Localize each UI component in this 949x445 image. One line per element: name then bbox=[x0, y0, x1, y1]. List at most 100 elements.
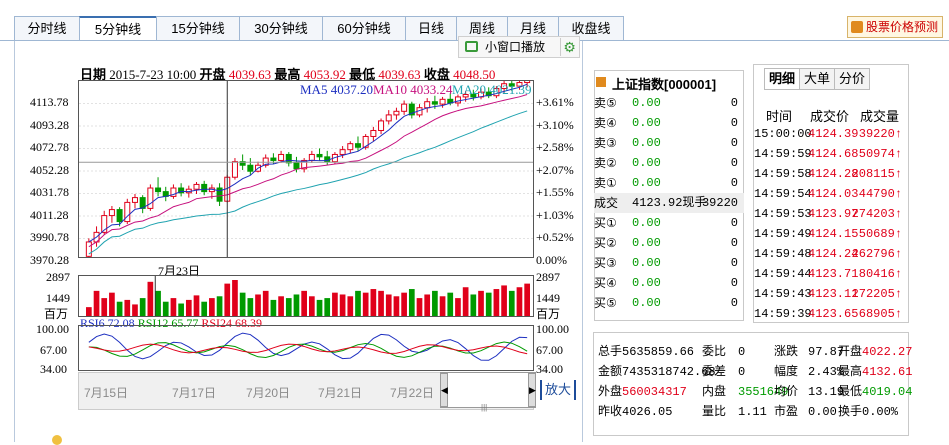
ob-price: 0.00 bbox=[632, 96, 661, 110]
volume-bar bbox=[455, 298, 461, 316]
ob-price: 0.00 bbox=[632, 176, 661, 190]
order-book-row: 卖③ 0.00 0 bbox=[594, 133, 744, 153]
vol-mid-right: 1449 bbox=[536, 291, 560, 305]
index-title: 上证指数[000001] bbox=[612, 77, 717, 92]
volume-bar bbox=[262, 290, 269, 316]
ma20-line bbox=[88, 110, 528, 255]
volume-bar bbox=[339, 294, 346, 316]
volume-bar bbox=[170, 298, 177, 316]
detail-price: 4123.65 bbox=[808, 307, 859, 321]
tab-4[interactable]: 60分钟线 bbox=[322, 16, 406, 40]
rsi-34-left: 34.00 bbox=[40, 362, 67, 376]
volume-bar bbox=[370, 289, 377, 316]
ob-volume: 0 bbox=[730, 156, 738, 170]
ob-price: 0.00 bbox=[632, 136, 661, 150]
overview-date: 7月21日 bbox=[318, 386, 363, 400]
price-tick: 3970.28 bbox=[30, 252, 69, 267]
candlestick-chart[interactable] bbox=[78, 80, 534, 258]
gear-icon[interactable]: ⚙ bbox=[560, 38, 578, 56]
volume-bar bbox=[309, 296, 315, 316]
stat-c: 幅度 bbox=[774, 365, 799, 379]
detail-tab-1[interactable]: 大单 bbox=[799, 68, 836, 90]
volume-bar bbox=[216, 296, 223, 316]
candle bbox=[178, 183, 185, 197]
predict-icon bbox=[850, 21, 863, 33]
detail-tab-2[interactable]: 分价 bbox=[834, 68, 871, 90]
percent-tick: +2.58% bbox=[536, 140, 574, 154]
tab-5[interactable]: 日线 bbox=[405, 16, 457, 40]
candle bbox=[401, 100, 408, 115]
ob-price: 0.00 bbox=[632, 236, 661, 250]
ob-label: 卖② bbox=[594, 156, 617, 170]
price-tick: 4011.28 bbox=[30, 207, 69, 222]
ob-price: 0.00 bbox=[632, 276, 661, 290]
volume-bar bbox=[401, 292, 407, 316]
stat-dv: 4019.04 bbox=[862, 385, 913, 399]
detail-price: 4123.71 bbox=[808, 267, 859, 281]
detail-time: 14:59:53 bbox=[754, 207, 812, 221]
candle bbox=[347, 141, 354, 154]
detail-row: 14:59:48 4124.24 262796↑ bbox=[754, 244, 908, 264]
ob-price: 0.00 bbox=[632, 256, 661, 270]
order-book-row: 卖④ 0.00 0 bbox=[594, 113, 744, 133]
volume-bar bbox=[362, 292, 369, 316]
overview-date: 7月22日 bbox=[390, 386, 435, 400]
detail-row: 14:59:58 4124.28 208115↑ bbox=[754, 164, 908, 184]
tab-3[interactable]: 30分钟线 bbox=[239, 16, 323, 40]
ma5-label: MA5 4037.20 bbox=[300, 82, 373, 97]
volume-bar bbox=[285, 298, 292, 316]
detail-qty: 68905↑ bbox=[858, 307, 902, 321]
volume-bar bbox=[493, 289, 500, 316]
detail-row: 14:59:39 4123.65 68905↑ bbox=[754, 304, 908, 324]
volume-bar bbox=[416, 298, 423, 316]
tab-2[interactable]: 15分钟线 bbox=[156, 16, 240, 40]
volume-bar bbox=[439, 296, 446, 316]
percent-tick: +3.61% bbox=[536, 95, 574, 109]
slider-left-handle[interactable]: ◀ bbox=[440, 373, 448, 407]
volume-bar bbox=[355, 290, 361, 316]
detail-tab-0[interactable]: 明细 bbox=[764, 68, 801, 90]
tab-1[interactable]: 5分钟线 bbox=[79, 16, 157, 41]
ob-label: 买① bbox=[594, 216, 617, 230]
slider-grip-icon[interactable]: ||| bbox=[481, 403, 487, 412]
volume-bar bbox=[462, 287, 469, 316]
volume-bar bbox=[185, 299, 192, 316]
detail-col-price: 成交价 bbox=[810, 109, 850, 124]
stock-price-predict-button[interactable]: 股票价格预测 bbox=[846, 16, 943, 38]
ma5-line bbox=[88, 83, 528, 243]
ob-volume: 39220 bbox=[701, 196, 738, 210]
volume-chart[interactable] bbox=[78, 275, 534, 317]
detail-qty: 80416↑ bbox=[858, 267, 902, 281]
detail-qty: 262796↑ bbox=[851, 247, 902, 261]
tab-0[interactable]: 分时线 bbox=[14, 16, 80, 40]
volume-bar bbox=[109, 292, 115, 316]
ob-price: 0.00 bbox=[632, 156, 661, 170]
vol-unit-left: 百万 bbox=[44, 307, 69, 321]
candle bbox=[285, 152, 292, 167]
slider-right-handle[interactable]: ▶ bbox=[528, 373, 536, 407]
candle bbox=[131, 194, 138, 209]
volume-bar bbox=[447, 292, 454, 316]
volume-bar bbox=[485, 292, 492, 316]
candle bbox=[108, 205, 115, 223]
order-book-row: 卖② 0.00 0 bbox=[594, 153, 744, 173]
ob-volume: 0 bbox=[730, 96, 738, 110]
detail-row: 14:59:43 4123.11 272205↑ bbox=[754, 284, 908, 304]
volume-bar bbox=[424, 294, 431, 316]
ma10-label: MA10 4033.24 bbox=[373, 82, 453, 97]
zoom-button[interactable]: 放大 bbox=[540, 380, 576, 400]
volume-bar bbox=[278, 296, 284, 316]
rsi-chart[interactable] bbox=[78, 325, 534, 371]
stat-c: 市盈 bbox=[774, 405, 799, 419]
ob-volume: 0 bbox=[730, 216, 738, 230]
stat-d: 开盘 bbox=[838, 345, 863, 359]
vol-top-right: 2897 bbox=[536, 270, 560, 284]
volume-bar bbox=[178, 303, 184, 316]
mini-window-play-button[interactable]: 小窗口播放 ⚙ bbox=[458, 36, 580, 58]
stat-cv: 0.00 bbox=[808, 405, 837, 419]
range-slider[interactable]: ◀ ▶ ||| bbox=[440, 372, 536, 412]
volume-bar bbox=[232, 280, 238, 316]
stat-a: 昨收 bbox=[598, 405, 623, 419]
ob-price: 0.00 bbox=[632, 216, 661, 230]
percent-tick: +3.10% bbox=[536, 117, 574, 132]
